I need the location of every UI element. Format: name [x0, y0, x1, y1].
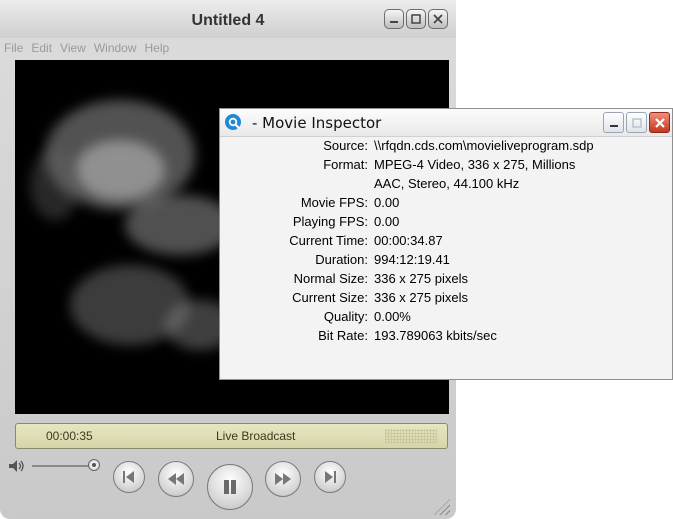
inspector-info-list: Source: \\rfqdn.cds.com\movieliveprogram.… — [220, 138, 672, 347]
go-to-start-button[interactable] — [113, 461, 145, 493]
info-row-duration: Duration: 994:12:19.41 — [220, 252, 672, 271]
menu-help[interactable]: Help — [141, 40, 174, 60]
rewind-icon — [168, 473, 184, 485]
info-row-quality: Quality: 0.00% — [220, 309, 672, 328]
info-label: Bit Rate: — [318, 328, 368, 343]
info-label: Duration: — [315, 252, 368, 267]
close-icon — [433, 14, 443, 24]
maximize-button[interactable] — [406, 9, 426, 29]
movie-inspector-window: - Movie Inspector Source: \\rfqdn.cds.com… — [219, 108, 673, 380]
rewind-button[interactable] — [158, 461, 194, 497]
info-row-normal-size: Normal Size: 336 x 275 pixels — [220, 271, 672, 290]
info-label: Normal Size: — [293, 271, 368, 286]
menu-bar: File Edit View Window Help — [0, 40, 456, 60]
inspector-maximize-button[interactable] — [626, 112, 647, 133]
close-button[interactable] — [428, 9, 448, 29]
info-value: 0.00% — [374, 309, 411, 324]
info-value: 0.00 — [374, 214, 400, 229]
go-to-end-button[interactable] — [314, 461, 346, 493]
info-label: Current Size: — [292, 290, 368, 305]
inspector-titlebar[interactable]: - Movie Inspector — [220, 109, 672, 137]
info-label: Playing FPS: — [292, 214, 368, 229]
inspector-minimize-button[interactable] — [603, 112, 624, 133]
info-label: Current Time: — [289, 233, 368, 248]
fast-forward-button[interactable] — [265, 461, 301, 497]
fast-forward-icon — [275, 473, 291, 485]
maximize-icon — [631, 117, 642, 128]
pause-button[interactable] — [207, 464, 253, 510]
speaker-icon[interactable] — [8, 458, 26, 474]
info-row-current-size: Current Size: 336 x 275 pixels — [220, 290, 672, 309]
info-row-movie-fps: Movie FPS: 0.00 — [220, 195, 672, 214]
maximize-icon — [411, 14, 421, 24]
inspector-title: - Movie Inspector — [252, 114, 382, 132]
info-value: 00:00:34.87 — [374, 233, 443, 248]
volume-track[interactable] — [32, 465, 90, 467]
player-titlebar[interactable]: Untitled 4 — [0, 0, 456, 38]
info-value: 994:12:19.41 — [374, 252, 450, 267]
menu-view[interactable]: View — [56, 40, 90, 60]
info-value: 336 x 275 pixels — [374, 271, 468, 286]
info-row-playing-fps: Playing FPS: 0.00 — [220, 214, 672, 233]
pause-icon — [224, 480, 236, 494]
info-label: Source: — [323, 138, 368, 153]
info-row-current-time: Current Time: 00:00:34.87 — [220, 233, 672, 252]
menu-window[interactable]: Window — [90, 40, 141, 60]
info-value: AAC, Stereo, 44.100 kHz — [374, 176, 520, 191]
info-value: \\rfqdn.cds.com\movieliveprogram.sdp — [374, 138, 594, 153]
minimize-button[interactable] — [384, 9, 404, 29]
info-row-bit-rate: Bit Rate: 193.789063 kbits/sec — [220, 328, 672, 347]
current-time-display: 00:00:35 — [46, 429, 93, 443]
info-label: Format: — [323, 157, 368, 172]
info-value: MPEG-4 Video, 336 x 275, Millions — [374, 157, 576, 172]
lcd-level-grid — [385, 429, 437, 443]
info-row-source: Source: \\rfqdn.cds.com\movieliveprogram.… — [220, 138, 672, 157]
menu-edit[interactable]: Edit — [27, 40, 56, 60]
minimize-icon — [609, 124, 618, 127]
info-value: 193.789063 kbits/sec — [374, 328, 497, 343]
menu-file[interactable]: File — [0, 40, 27, 60]
close-icon — [654, 117, 665, 128]
volume-control — [8, 458, 100, 474]
quicktime-logo-icon — [225, 114, 241, 130]
resize-grip[interactable] — [434, 499, 450, 515]
volume-slider-knob[interactable] — [88, 459, 100, 471]
info-row-format: Format: MPEG-4 Video, 336 x 275, Millions — [220, 157, 672, 176]
info-value: 336 x 275 pixels — [374, 290, 468, 305]
live-broadcast-label: Live Broadcast — [216, 429, 296, 443]
minimize-icon — [390, 21, 398, 23]
skip-forward-icon — [325, 471, 336, 483]
lcd-display: 00:00:35 Live Broadcast — [15, 423, 448, 449]
skip-back-icon — [123, 471, 134, 483]
inspector-close-button[interactable] — [649, 112, 670, 133]
info-label: Quality: — [323, 309, 368, 324]
info-label: Movie FPS: — [300, 195, 368, 210]
info-value: 0.00 — [374, 195, 400, 210]
info-row-format-audio: AAC, Stereo, 44.100 kHz — [220, 176, 672, 195]
